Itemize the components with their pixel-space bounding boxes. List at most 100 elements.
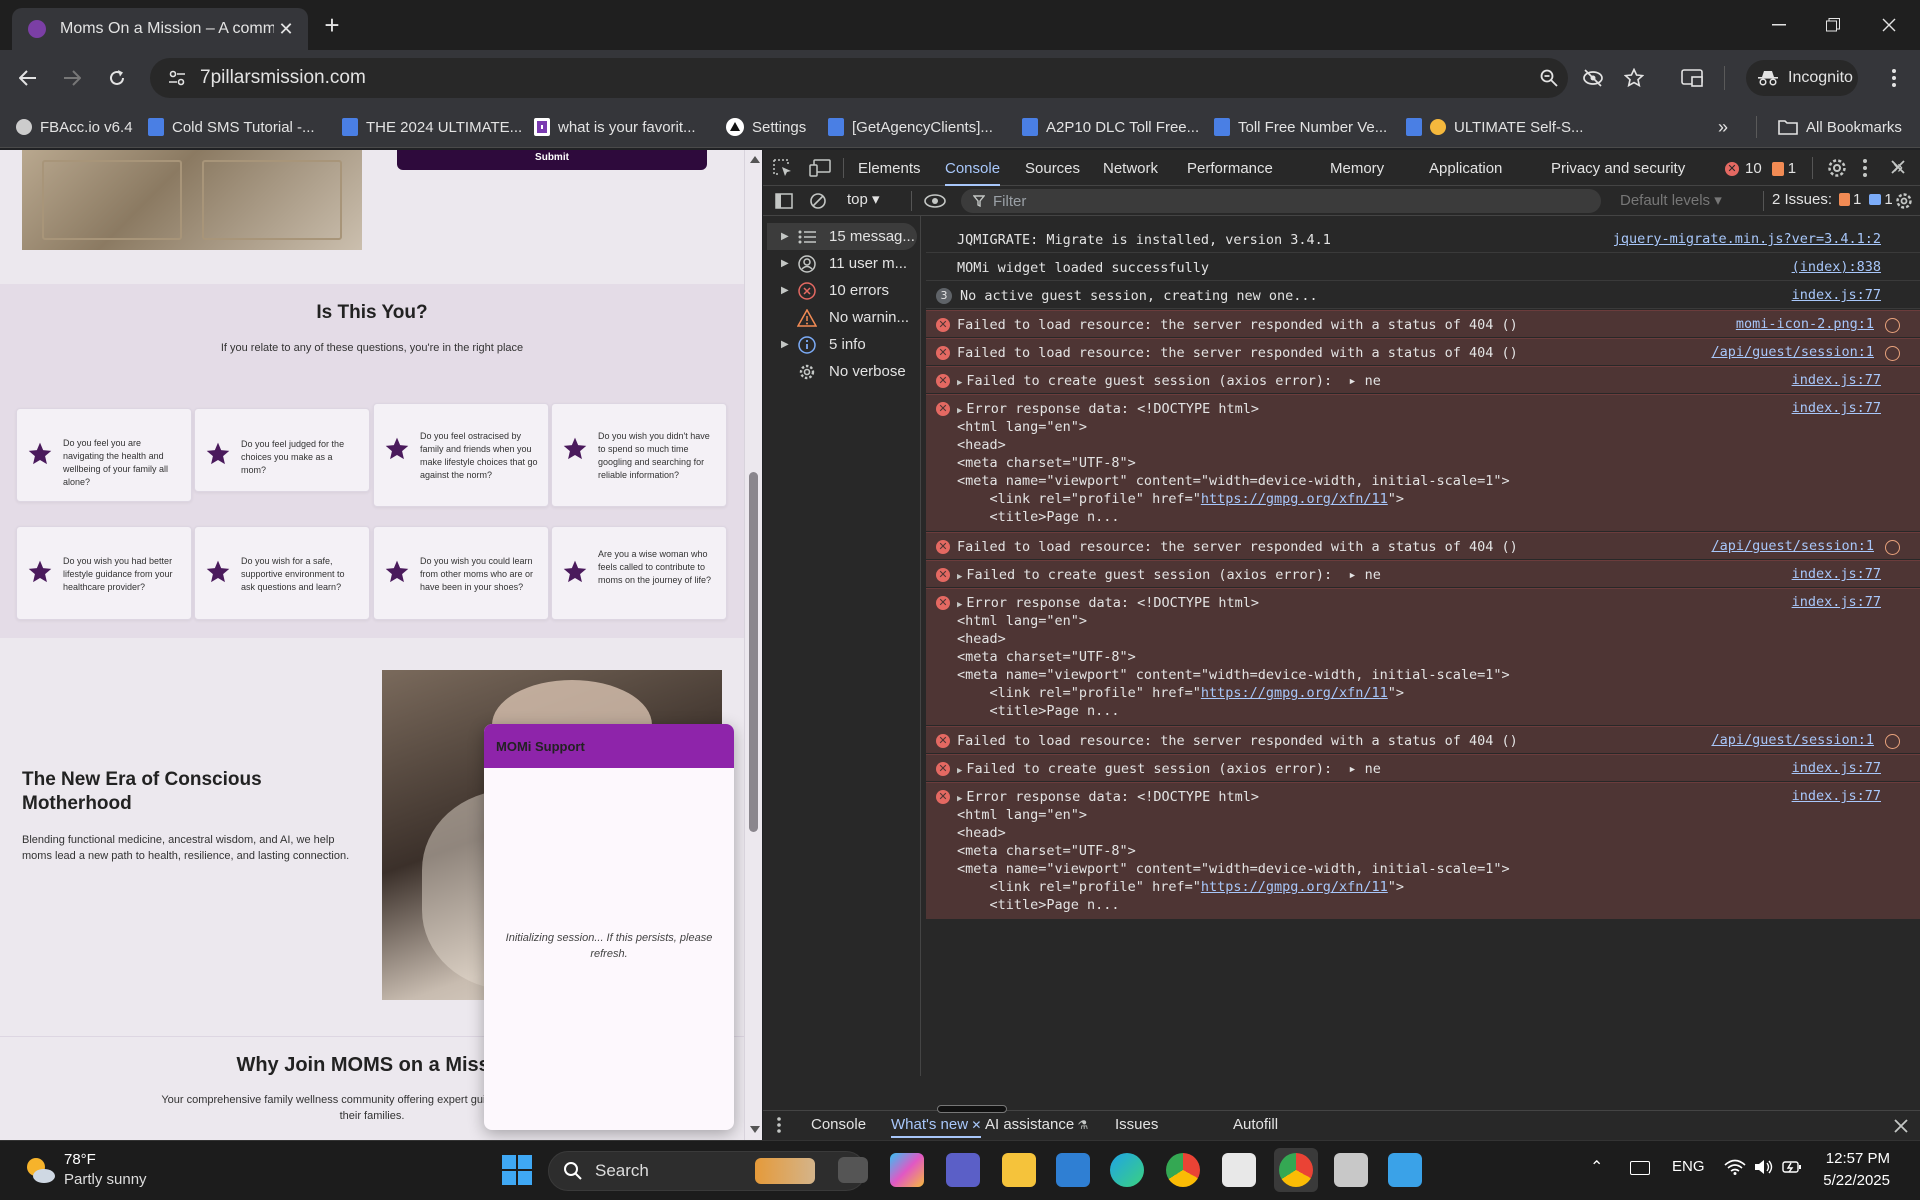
reload-button[interactable] (103, 64, 131, 92)
source-link[interactable]: index.js:77 (1792, 287, 1881, 303)
notepad-icon[interactable] (1388, 1153, 1422, 1187)
devtools-tab-performance[interactable]: Performance (1187, 150, 1273, 186)
battery-icon[interactable] (1782, 1159, 1802, 1175)
source-link[interactable]: index.js:77 (1792, 566, 1881, 582)
expand-arrow-icon[interactable]: ▶ (957, 572, 962, 582)
edge-icon[interactable] (1110, 1153, 1144, 1187)
expand-arrow-icon[interactable]: ▶ (957, 794, 962, 804)
tab-close-icon[interactable]: ✕ (274, 17, 298, 41)
snipping-tool-icon[interactable] (1334, 1153, 1368, 1187)
source-link[interactable]: /api/guest/session:1 (1711, 344, 1874, 360)
close-window-button[interactable] (1866, 8, 1912, 42)
page-scrollbar[interactable] (744, 150, 762, 1140)
weather-sun-icon[interactable] (24, 1155, 56, 1185)
restore-button[interactable] (1810, 8, 1856, 42)
devtools-tab-memory[interactable]: Memory (1330, 150, 1384, 186)
sidebar-toggle-icon[interactable] (775, 193, 793, 209)
app-icon[interactable] (1222, 1153, 1256, 1187)
sidebar-filter-item[interactable]: ▶ 11 user m... (763, 250, 907, 277)
forward-button[interactable] (58, 64, 86, 92)
task-view-icon[interactable] (838, 1157, 868, 1183)
console-error-message[interactable]: ✕ Failed to load resource: the server res… (926, 338, 1920, 365)
weather-temp[interactable]: 78°F (64, 1151, 96, 1168)
incognito-indicator[interactable]: Incognito (1746, 60, 1858, 96)
volume-icon[interactable] (1754, 1159, 1774, 1175)
network-request-icon[interactable] (1885, 318, 1900, 333)
source-link[interactable]: index.js:77 (1792, 372, 1881, 388)
inspect-element-icon[interactable] (773, 159, 793, 177)
all-bookmarks-button[interactable]: All Bookmarks (1778, 114, 1902, 140)
new-tab-button[interactable]: + (318, 12, 346, 40)
console-log-message[interactable]: 3 No active guest session, creating new o… (926, 282, 1920, 309)
close-tab-icon[interactable]: ✕ (968, 1118, 981, 1132)
expand-arrow-icon[interactable]: ▶ (763, 339, 789, 350)
show-hidden-icons[interactable]: ⌃ (1590, 1157, 1603, 1177)
submit-button[interactable]: Submit (397, 150, 707, 170)
network-request-icon[interactable] (1885, 346, 1900, 361)
scroll-up-icon[interactable] (750, 156, 760, 163)
tracking-protection-icon[interactable] (1582, 69, 1604, 87)
bookmark-item[interactable]: ULTIMATE Self-S... (1406, 114, 1583, 140)
device-toolbar-icon[interactable] (809, 159, 831, 177)
source-link[interactable]: /api/guest/session:1 (1711, 732, 1874, 748)
network-request-icon[interactable] (1885, 734, 1900, 749)
console-error-message[interactable]: ✕ ▶ Error response data: <!DOCTYPE html> <h… (926, 782, 1920, 919)
chrome-incognito-icon[interactable] (1279, 1153, 1313, 1187)
site-info-icon[interactable] (168, 70, 186, 86)
devtools-tab-sources[interactable]: Sources (1025, 150, 1080, 186)
console-error-message[interactable]: ✕ ▶ Error response data: <!DOCTYPE html> <h… (926, 588, 1920, 725)
expand-arrow-icon[interactable]: ▶ (763, 231, 789, 242)
tab-search-icon[interactable] (1678, 64, 1706, 92)
clock-date[interactable]: 5/22/2025 (1810, 1172, 1890, 1189)
browser-menu-icon[interactable] (1880, 64, 1908, 92)
console-error-message[interactable]: ✕ ▶ Failed to create guest session (axios … (926, 366, 1920, 393)
drawer-tab[interactable]: AI assistance ⚗ (985, 1116, 1088, 1133)
address-bar[interactable]: 7pillarsmission.com (150, 58, 1644, 98)
start-windows-icon[interactable] (502, 1155, 532, 1185)
wifi-icon[interactable] (1724, 1159, 1746, 1175)
source-link[interactable]: index.js:77 (1792, 400, 1881, 416)
source-link[interactable]: (index):838 (1792, 259, 1881, 275)
console-error-message[interactable]: ✕ Failed to load resource: the server res… (926, 310, 1920, 337)
more-tabs-icon[interactable]: » (1893, 157, 1903, 178)
console-error-message[interactable]: ✕ ▶ Failed to create guest session (axios … (926, 754, 1920, 781)
expand-arrow-icon[interactable]: ▶ (763, 258, 789, 269)
copilot-icon[interactable] (890, 1153, 924, 1187)
scroll-down-icon[interactable] (750, 1126, 760, 1133)
source-link[interactable]: index.js:77 (1792, 760, 1881, 776)
store-icon[interactable] (1056, 1153, 1090, 1187)
bookmark-item[interactable]: Settings (726, 114, 806, 140)
expand-arrow-icon[interactable]: ▶ (957, 378, 962, 388)
devtools-tab-application[interactable]: Application (1429, 150, 1502, 186)
chrome-icon[interactable] (1166, 1153, 1200, 1187)
live-expression-eye-icon[interactable] (923, 194, 947, 208)
bookmark-item[interactable]: [GetAgencyClients]... (828, 114, 993, 140)
bookmark-item[interactable]: A2P10 DLC Toll Free... (1022, 114, 1199, 140)
console-log-message[interactable]: MOMi widget loaded successfully (index):8… (926, 254, 1920, 281)
bookmark-star-icon[interactable] (1624, 68, 1644, 88)
devtools-tab-network[interactable]: Network (1103, 150, 1158, 186)
console-error-message[interactable]: ✕ ▶ Failed to create guest session (axios … (926, 560, 1920, 587)
issues-link[interactable]: 2 Issues: 1 1 (1772, 191, 1893, 208)
sidebar-filter-item[interactable]: ▶ 15 messag... (763, 223, 915, 250)
source-link[interactable]: /api/guest/session:1 (1711, 538, 1874, 554)
sidebar-filter-item[interactable]: No warnin... (763, 304, 909, 331)
drawer-tab[interactable]: Issues (1115, 1116, 1158, 1133)
source-link[interactable]: index.js:77 (1792, 594, 1881, 610)
context-selector[interactable]: top ▾ (847, 190, 880, 208)
scroll-thumb[interactable] (749, 472, 758, 832)
bookmark-item[interactable]: what is your favorit... (534, 114, 696, 140)
expand-arrow-icon[interactable]: ▶ (957, 600, 962, 610)
console-error-message[interactable]: ✕ Failed to load resource: the server res… (926, 532, 1920, 559)
console-settings-icon[interactable] (1895, 192, 1913, 210)
expand-arrow-icon[interactable]: ▶ (957, 766, 962, 776)
teams-icon[interactable] (946, 1153, 980, 1187)
bookmarks-overflow-icon[interactable]: » (1718, 114, 1728, 140)
console-filter-input[interactable]: Filter (961, 189, 1601, 213)
zoom-icon[interactable] (1540, 69, 1558, 87)
console-error-message[interactable]: ✕ Failed to load resource: the server res… (926, 726, 1920, 753)
drawer-tab[interactable]: Console (811, 1116, 866, 1133)
expand-arrow-icon[interactable]: ▶ (763, 285, 789, 296)
console-error-message[interactable]: ✕ ▶ Error response data: <!DOCTYPE html> <h… (926, 394, 1920, 531)
devtools-tab-privacy-and-security[interactable]: Privacy and security (1551, 150, 1685, 186)
